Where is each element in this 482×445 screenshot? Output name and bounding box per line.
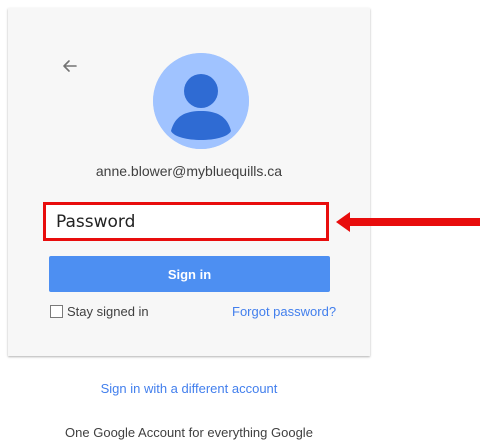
stay-signed-in-checkbox[interactable]: [50, 305, 63, 318]
stay-signed-in[interactable]: Stay signed in: [50, 304, 149, 319]
forgot-password-link[interactable]: Forgot password?: [232, 304, 336, 319]
back-arrow-icon[interactable]: [56, 52, 84, 80]
password-field-highlight: [43, 202, 329, 241]
stay-signed-in-label: Stay signed in: [67, 304, 149, 319]
tagline-text: One Google Account for everything Google: [65, 425, 313, 440]
password-input[interactable]: [46, 205, 326, 238]
avatar-icon: [153, 53, 249, 149]
different-account-link[interactable]: Sign in with a different account: [0, 381, 378, 396]
signin-button[interactable]: Sign in: [49, 256, 330, 292]
account-email: anne.blower@mybluequills.ca: [95, 163, 283, 179]
red-arrow-annotation-icon: [336, 212, 480, 232]
